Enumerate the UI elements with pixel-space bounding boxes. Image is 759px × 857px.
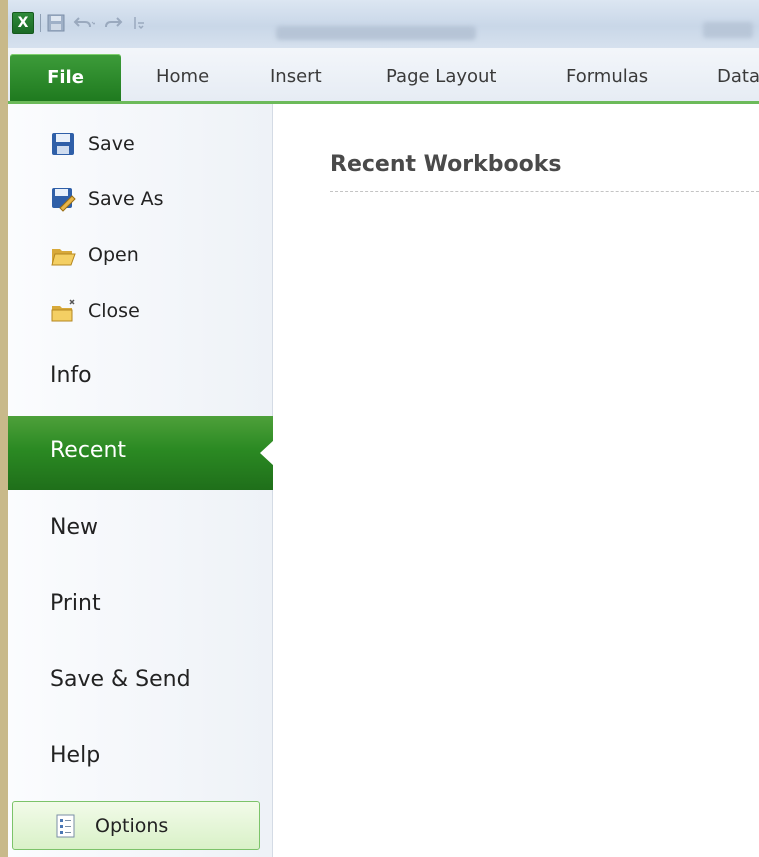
tab-formulas[interactable]: Formulas: [566, 48, 648, 101]
window-controls[interactable]: [703, 22, 753, 38]
backstage-nav: Save Save As Open Close Info Recent New …: [8, 104, 274, 857]
options-button[interactable]: Options: [12, 801, 260, 850]
close-command-label: Close: [88, 300, 140, 322]
window-title: [276, 26, 476, 40]
tab-home[interactable]: Home: [156, 48, 209, 101]
quick-access-toolbar: X: [12, 12, 153, 34]
save-as-icon: [50, 186, 76, 212]
tab-page-layout[interactable]: Page Layout: [386, 48, 497, 101]
open-command[interactable]: Open: [8, 235, 268, 275]
ribbon-tabs: File Home Insert Page Layout Formulas Da…: [8, 48, 759, 104]
close-command[interactable]: Close: [8, 291, 268, 331]
save-as-command[interactable]: Save As: [8, 179, 268, 219]
customize-icon[interactable]: [133, 14, 145, 32]
save-command[interactable]: Save: [8, 124, 268, 164]
page-title: Recent Workbooks: [330, 152, 562, 177]
save-icon[interactable]: [47, 14, 65, 32]
save-as-command-label: Save As: [88, 188, 164, 210]
toolbar-separator: [40, 14, 41, 32]
title-bar: X: [8, 0, 759, 48]
tab-file[interactable]: File: [10, 54, 121, 101]
options-icon: [55, 814, 77, 838]
nav-print[interactable]: Print: [50, 591, 101, 616]
selected-pointer: [260, 440, 274, 466]
close-folder-icon: [50, 298, 76, 324]
options-label: Options: [95, 814, 169, 837]
nav-recent[interactable]: Recent: [8, 416, 274, 490]
nav-new[interactable]: New: [50, 515, 98, 540]
save-icon: [50, 131, 76, 157]
excel-icon[interactable]: X: [12, 12, 34, 34]
nav-save-and-send[interactable]: Save & Send: [50, 667, 191, 692]
recent-workbooks-pane: Recent Workbooks: [273, 104, 759, 857]
tab-insert[interactable]: Insert: [270, 48, 322, 101]
nav-info[interactable]: Info: [50, 363, 92, 388]
section-divider: [330, 191, 759, 192]
tab-data[interactable]: Data: [717, 48, 759, 101]
open-command-label: Open: [88, 244, 139, 266]
undo-icon[interactable]: [73, 14, 95, 32]
nav-help[interactable]: Help: [50, 743, 100, 768]
save-command-label: Save: [88, 133, 135, 155]
redo-icon[interactable]: [103, 14, 125, 32]
open-folder-icon: [50, 242, 76, 268]
nav-recent-label: Recent: [50, 438, 127, 463]
